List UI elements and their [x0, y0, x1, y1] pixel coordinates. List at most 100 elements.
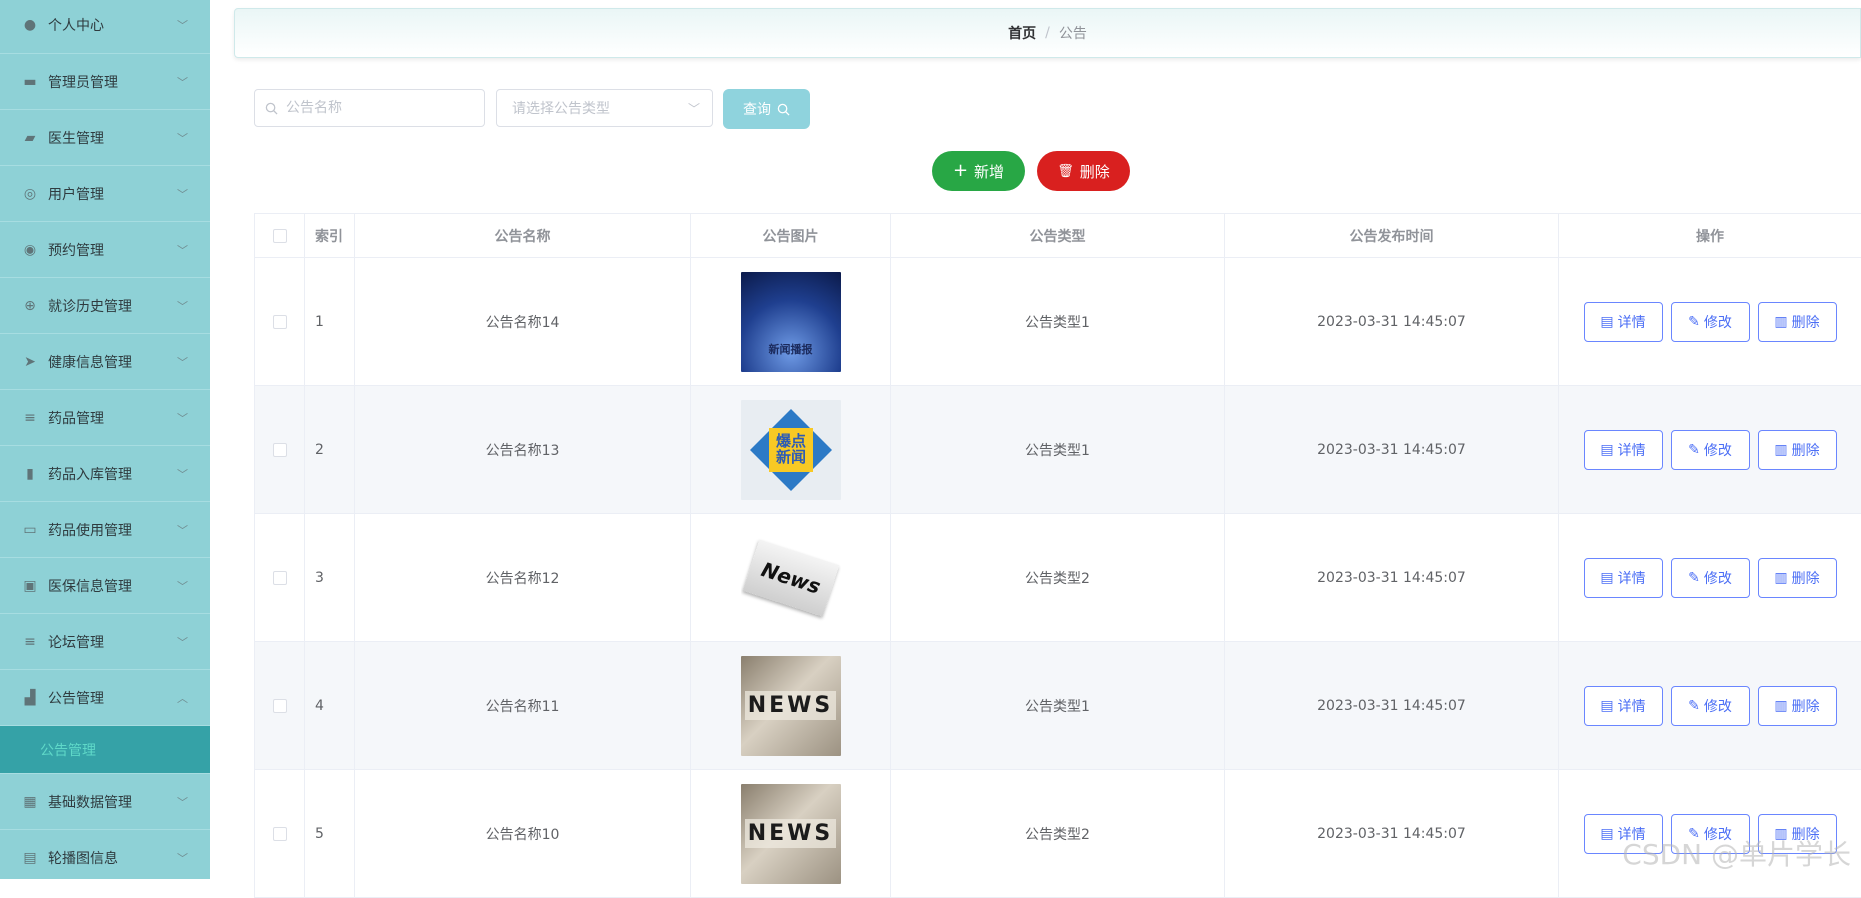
row-checkbox[interactable]	[272, 314, 287, 329]
sidebar-item-label: 公告管理	[48, 690, 104, 707]
compass-icon: ◎	[23, 185, 37, 202]
sidebar-item-doctor[interactable]: ▰ 医生管理 ﹀	[0, 110, 210, 166]
row-checkbox[interactable]	[272, 826, 287, 841]
trash-icon: ▥	[1774, 697, 1788, 714]
sidebar-item-insurance[interactable]: ▣ 医保信息管理 ﹀	[0, 558, 210, 614]
detail-button[interactable]: ▤ 详情	[1583, 429, 1663, 470]
delete-label: 删除	[1079, 162, 1110, 181]
image-icon: ▤	[23, 849, 37, 866]
breadcrumb-separator: /	[1045, 25, 1050, 41]
delete-label: 删除	[1791, 442, 1820, 459]
thumbnail-text: News	[757, 556, 824, 599]
row-delete-button[interactable]: ▥ 删除	[1757, 429, 1837, 470]
row-checkbox-cell	[255, 386, 305, 513]
sidebar-item-personal[interactable]: ● 个人中心 ﹀	[0, 0, 210, 54]
query-button[interactable]: 查询	[723, 89, 810, 129]
notice-type-select[interactable]: 请选择公告类型 ﹀	[496, 89, 713, 127]
sidebar-item-appointment[interactable]: ◉ 预约管理 ﹀	[0, 222, 210, 278]
watermark: CSDN @单片学长	[1622, 838, 1851, 871]
notice-thumbnail[interactable]: 新闻播报	[740, 271, 841, 372]
search-input[interactable]	[284, 99, 478, 117]
document-icon: ▤	[1600, 697, 1614, 714]
sidebar-item-drug-usage[interactable]: ▭ 药品使用管理 ﹀	[0, 502, 210, 558]
row-time: 2023-03-31 14:45:07	[1225, 770, 1559, 897]
edit-button[interactable]: ✎ 修改	[1670, 557, 1750, 598]
book-icon: ▮	[26, 465, 34, 482]
delete-label: 删除	[1791, 570, 1820, 587]
header-index: 索引	[305, 214, 355, 257]
edit-button[interactable]: ✎ 修改	[1670, 429, 1750, 470]
notice-table: 索引 公告名称 公告图片 公告类型 公告发布时间 操作 1 公告名称14 新闻播…	[254, 213, 1861, 898]
edit-label: 修改	[1703, 698, 1732, 715]
document-icon: ▤	[1600, 313, 1614, 330]
row-index: 2	[305, 386, 355, 513]
query-label: 查询	[743, 102, 771, 118]
row-time: 2023-03-31 14:45:07	[1225, 386, 1559, 513]
delete-label: 删除	[1791, 314, 1820, 331]
row-delete-button[interactable]: ▥ 删除	[1757, 301, 1837, 342]
header-name: 公告名称	[355, 214, 691, 257]
sidebar-item-drugs[interactable]: ≡ 药品管理 ﹀	[0, 390, 210, 446]
detail-button[interactable]: ▤ 详情	[1583, 557, 1663, 598]
row-image-cell: 爆点新闻	[691, 386, 891, 513]
plus-icon: +	[952, 160, 969, 181]
sidebar-item-notice[interactable]: ▟ 公告管理 ︿	[0, 670, 210, 726]
sidebar-item-label: 药品管理	[48, 410, 104, 427]
row-type: 公告类型1	[891, 386, 1225, 513]
sidebar-item-label: 健康信息管理	[48, 354, 132, 371]
header-checkbox-cell	[255, 214, 305, 257]
chevron-up-icon: ︿	[177, 691, 188, 705]
notice-thumbnail[interactable]: News	[740, 527, 841, 628]
row-delete-button[interactable]: ▥ 删除	[1757, 685, 1837, 726]
row-type: 公告类型2	[891, 514, 1225, 641]
chevron-down-icon: ﹀	[177, 851, 188, 865]
help-icon: ◉	[23, 241, 37, 258]
notice-name-search[interactable]	[254, 89, 485, 127]
notice-thumbnail[interactable]: NEWS	[740, 783, 841, 884]
row-actions: ▤ 详情 ✎ 修改 ▥ 删除	[1559, 258, 1861, 385]
trash-icon: ▥	[1774, 569, 1788, 586]
row-delete-button[interactable]: ▥ 删除	[1757, 557, 1837, 598]
sidebar-item-label: 预约管理	[48, 242, 104, 259]
detail-button[interactable]: ▤ 详情	[1583, 301, 1663, 342]
sidebar-item-forum[interactable]: ≡ 论坛管理 ﹀	[0, 614, 210, 670]
delete-button[interactable]: 🗑 删除	[1037, 151, 1130, 191]
edit-button[interactable]: ✎ 修改	[1670, 685, 1750, 726]
sidebar-item-drug-stock[interactable]: ▮ 药品入库管理 ﹀	[0, 446, 210, 502]
sidebar-item-label: 基础数据管理	[48, 794, 132, 811]
sidebar-item-health[interactable]: ➤ 健康信息管理 ﹀	[0, 334, 210, 390]
row-checkbox-cell	[255, 258, 305, 385]
edit-button[interactable]: ✎ 修改	[1670, 301, 1750, 342]
row-name: 公告名称10	[355, 770, 691, 897]
edit-icon: ✎	[1688, 441, 1700, 458]
sidebar-item-carousel[interactable]: ▤ 轮播图信息 ﹀	[0, 830, 210, 879]
detail-button[interactable]: ▤ 详情	[1583, 685, 1663, 726]
sidebar-item-user[interactable]: ◎ 用户管理 ﹀	[0, 166, 210, 222]
row-actions: ▤ 详情 ✎ 修改 ▥ 删除	[1559, 514, 1861, 641]
sidebar-item-base-data[interactable]: ▦ 基础数据管理 ﹀	[0, 774, 210, 830]
sidebar-subitem-notice[interactable]: 公告管理	[0, 726, 210, 774]
header-image: 公告图片	[691, 214, 891, 257]
detail-label: 详情	[1617, 442, 1646, 459]
edit-label: 修改	[1703, 442, 1732, 459]
chevron-down-icon: ﹀	[177, 579, 188, 593]
select-placeholder: 请选择公告类型	[512, 101, 610, 117]
row-index: 4	[305, 642, 355, 769]
notice-thumbnail[interactable]: 爆点新闻	[740, 399, 841, 500]
select-all-checkbox[interactable]	[272, 228, 287, 243]
row-checkbox[interactable]	[272, 570, 287, 585]
row-checkbox-cell	[255, 770, 305, 897]
send-icon: ➤	[24, 353, 36, 370]
add-button[interactable]: + 新增	[932, 151, 1025, 191]
row-time: 2023-03-31 14:45:07	[1225, 258, 1559, 385]
row-checkbox[interactable]	[272, 698, 287, 713]
search-icon	[777, 103, 790, 116]
delete-label: 删除	[1791, 698, 1820, 715]
notice-thumbnail[interactable]: NEWS	[740, 655, 841, 756]
sidebar-item-history[interactable]: ⊕ 就诊历史管理 ﹀	[0, 278, 210, 334]
row-checkbox[interactable]	[272, 442, 287, 457]
breadcrumb-home[interactable]: 首页	[1008, 23, 1036, 43]
sidebar-item-admin[interactable]: ▬ 管理员管理 ﹀	[0, 54, 210, 110]
chevron-down-icon: ﹀	[177, 243, 188, 257]
card-icon: ▣	[23, 577, 37, 594]
